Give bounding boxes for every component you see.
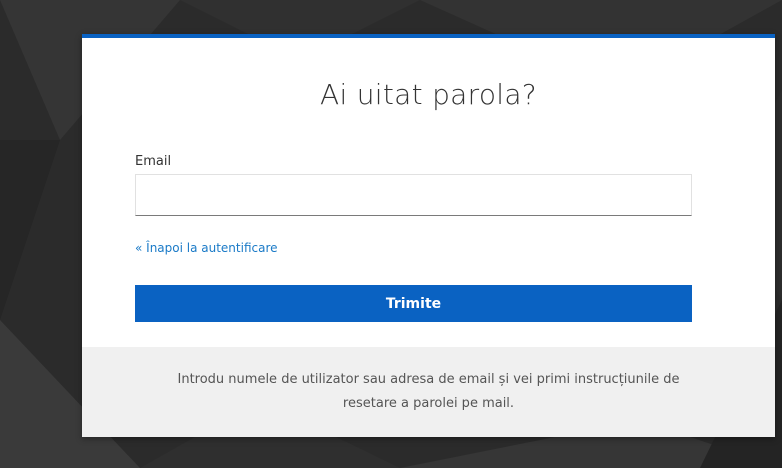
forgot-password-card: Ai uitat parola? Email « Înapoi la auten… [82, 34, 775, 437]
back-to-login-link[interactable]: « Înapoi la autentificare [135, 241, 278, 255]
email-label: Email [135, 154, 172, 169]
email-input[interactable] [135, 174, 692, 216]
submit-button[interactable]: Trimite [135, 285, 692, 322]
instructions-text: Introdu numele de utilizator sau adresa … [177, 372, 680, 411]
page-title: Ai uitat parola? [320, 78, 537, 111]
instructions-footer: Introdu numele de utilizator sau adresa … [82, 347, 775, 437]
